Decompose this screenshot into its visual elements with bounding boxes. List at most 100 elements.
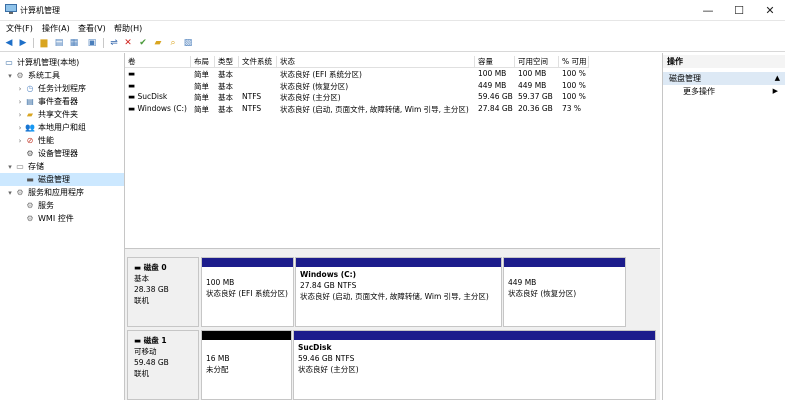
folder-up-icon[interactable]: ▆ (38, 37, 50, 49)
column-header-type[interactable]: 类型 (215, 56, 239, 68)
toolbar-divider (33, 38, 34, 48)
maximize-button[interactable]: ☐ (724, 0, 754, 20)
column-header-volume[interactable]: 卷 (125, 56, 191, 68)
wmi-icon: ⚙ (26, 214, 34, 223)
expand-arrow-icon[interactable]: › (16, 85, 24, 93)
partition-unallocated[interactable]: 16 MB 未分配 (201, 330, 292, 400)
device-manager-icon: ⚙ (26, 149, 34, 158)
navigation-tree: ▭ 计算机管理(本地) ▾ ⚙ 系统工具 › ◷ 任务计划程序 › ▤ 事件查看… (0, 53, 125, 400)
tree-item-event-viewer[interactable]: › ▤ 事件查看器 (0, 95, 124, 108)
tree-item-shared-folders[interactable]: › ▰ 共享文件夹 (0, 108, 124, 121)
menu-action[interactable]: 操作(A) (42, 23, 70, 34)
volume-list: 卷 布局 类型 文件系统 状态 容量 可用空间 % 可用 ▬ 简单 基本 状态良… (125, 53, 660, 249)
disk-graphical-view: ▬ 磁盘 0 基本 28.38 GB 联机 100 MB 状态良好 (EFI 系… (125, 252, 660, 400)
column-header-percent-free[interactable]: % 可用 (559, 56, 589, 68)
collapse-arrow-icon[interactable]: ▾ (6, 163, 14, 171)
menu-view[interactable]: 查看(V) (78, 23, 106, 34)
expand-arrow-icon[interactable]: › (16, 111, 24, 119)
partition-windows-c[interactable]: Windows (C:) 27.84 GB NTFS 状态良好 (启动, 页面文… (295, 257, 502, 327)
tree-item-task-scheduler[interactable]: › ◷ 任务计划程序 (0, 82, 124, 95)
collapse-arrow-icon[interactable]: ▾ (6, 189, 14, 197)
tree-item-performance[interactable]: › ⊘ 性能 (0, 134, 124, 147)
storage-icon: ▭ (16, 162, 24, 171)
window-title: 计算机管理 (20, 6, 60, 15)
expand-arrow-icon[interactable]: › (16, 98, 24, 106)
volume-rows: ▬ 简单 基本 状态良好 (EFI 系统分区) 100 MB 100 MB 10… (125, 69, 595, 115)
partition-efi[interactable]: 100 MB 状态良好 (EFI 系统分区) (201, 257, 294, 327)
partition-sucdisk[interactable]: SucDisk 59.46 GB NTFS 状态良好 (主分区) (293, 330, 656, 400)
properties-icon[interactable]: ▦ (68, 37, 80, 49)
delete-icon[interactable]: ✕ (122, 37, 134, 49)
event-viewer-icon: ▤ (26, 97, 34, 106)
volume-icon: ▬ (128, 69, 136, 78)
open-folder-icon[interactable]: ▰ (152, 37, 164, 49)
expand-arrow-icon[interactable]: › (16, 137, 24, 145)
computer-management-icon (5, 4, 17, 15)
actions-header: 操作 (663, 55, 785, 68)
column-header-layout[interactable]: 布局 (191, 56, 215, 68)
disk-icon: ▬ (134, 336, 142, 345)
computer-icon: ▭ (5, 58, 13, 67)
performance-icon: ⊘ (26, 136, 34, 145)
users-icon: 👥 (25, 123, 35, 132)
partition-recovery[interactable]: 449 MB 状态良好 (恢复分区) (503, 257, 626, 327)
table-row[interactable]: ▬ 简单 基本 状态良好 (恢复分区) 449 MB 449 MB 100 % (125, 81, 595, 93)
details-icon[interactable]: ▣ (86, 37, 98, 49)
shared-folder-icon: ▰ (26, 110, 34, 119)
title-bar: 计算机管理 — ☐ ✕ (0, 0, 785, 21)
partition-bar (296, 258, 501, 267)
column-header-status[interactable]: 状态 (277, 56, 475, 68)
volume-icon: ▬ (128, 103, 136, 113)
column-header-free-space[interactable]: 可用空间 (515, 56, 559, 68)
close-button[interactable]: ✕ (755, 0, 785, 20)
view-icon[interactable]: ▧ (182, 37, 194, 49)
more-actions-item[interactable]: 更多操作 ▶ (663, 85, 785, 98)
menu-bar: 文件(F) 操作(A) 查看(V) 帮助(H) (0, 21, 785, 34)
volume-icon: ▬ (128, 92, 136, 101)
table-row[interactable]: ▬ 简单 基本 状态良好 (EFI 系统分区) 100 MB 100 MB 10… (125, 69, 595, 81)
search-folder-icon[interactable]: ⌕ (167, 37, 179, 49)
column-header-capacity[interactable]: 容量 (475, 56, 515, 68)
column-header-filesystem[interactable]: 文件系统 (239, 56, 277, 68)
tree-item-system-tools[interactable]: ▾ ⚙ 系统工具 (0, 69, 124, 82)
show-tree-icon[interactable]: ▤ (53, 37, 65, 49)
menu-help[interactable]: 帮助(H) (114, 23, 142, 34)
actions-pane: 操作 磁盘管理 ▲ 更多操作 ▶ (662, 53, 785, 400)
collapse-up-icon[interactable]: ▲ (775, 72, 780, 85)
collapse-arrow-icon[interactable]: ▾ (6, 72, 14, 80)
tree-item-storage[interactable]: ▾ ▭ 存储 (0, 160, 124, 173)
disk-icon: ▬ (134, 263, 142, 272)
partition-bar (202, 331, 291, 340)
services-icon: ⚙ (26, 201, 34, 210)
table-row[interactable]: ▬ SucDisk 简单 基本 NTFS 状态良好 (主分区) 59.46 GB… (125, 92, 595, 104)
partition-bar (504, 258, 625, 267)
tree-item-services-apps[interactable]: ▾ ⚙ 服务和应用程序 (0, 186, 124, 199)
tree-item-services[interactable]: ⚙ 服务 (0, 199, 124, 212)
volume-icon: ▬ (128, 80, 136, 90)
services-apps-icon: ⚙ (16, 188, 24, 197)
tree-item-wmi[interactable]: ⚙ WMI 控件 (0, 212, 124, 225)
check-icon[interactable]: ✔ (137, 37, 149, 49)
disk-1-info[interactable]: ▬ 磁盘 1 可移动 59.48 GB 联机 (127, 330, 199, 400)
toolbar: ◀ ▶ ▆ ▤ ▦ ▣ ⇌ ✕ ✔ ▰ ⌕ ▧ (0, 35, 785, 52)
partition-bar (202, 258, 293, 267)
clock-icon: ◷ (26, 84, 34, 93)
tools-icon: ⚙ (16, 71, 24, 80)
connect-icon[interactable]: ⇌ (108, 37, 120, 49)
table-row[interactable]: ▬ Windows (C:) 简单 基本 NTFS 状态良好 (启动, 页面文件… (125, 104, 595, 116)
minimize-button[interactable]: — (693, 0, 723, 20)
submenu-arrow-icon: ▶ (772, 87, 778, 95)
forward-icon[interactable]: ▶ (17, 37, 29, 49)
menu-file[interactable]: 文件(F) (6, 23, 33, 34)
tree-item-device-manager[interactable]: ⚙ 设备管理器 (0, 147, 124, 160)
tree-item-disk-management[interactable]: ▬ 磁盘管理 (0, 173, 124, 186)
actions-section-disk-management[interactable]: 磁盘管理 ▲ (663, 72, 785, 85)
disk-icon: ▬ (26, 175, 34, 184)
tree-item-local-users[interactable]: › 👥 本地用户和组 (0, 121, 124, 134)
expand-arrow-icon[interactable]: › (16, 124, 24, 132)
partition-bar (294, 331, 655, 340)
back-icon[interactable]: ◀ (3, 37, 15, 49)
tree-item-root[interactable]: ▭ 计算机管理(本地) (0, 56, 124, 69)
disk-0-info[interactable]: ▬ 磁盘 0 基本 28.38 GB 联机 (127, 257, 199, 327)
toolbar-divider (103, 38, 104, 48)
